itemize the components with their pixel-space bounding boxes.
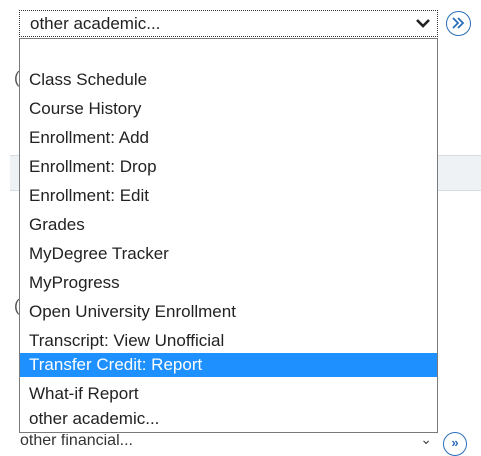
go-button-secondary[interactable]: » (443, 432, 467, 456)
option-transcript-view-unofficial[interactable]: Transcript: View Unofficial (20, 329, 437, 353)
option-enrollment-add[interactable]: Enrollment: Add (20, 126, 437, 150)
academic-options-listbox[interactable]: Class Schedule Course History Enrollment… (19, 38, 438, 433)
option-open-university-enrollment[interactable]: Open University Enrollment (20, 300, 437, 324)
background-select[interactable]: other financial... ⌄ (20, 434, 436, 449)
option-myprogress[interactable]: MyProgress (20, 271, 437, 295)
option-other-academic[interactable]: other academic... (20, 407, 437, 431)
academic-select[interactable]: other academic... (19, 10, 438, 37)
background-select-value: other financial... (20, 434, 133, 449)
option-mydegree-tracker[interactable]: MyDegree Tracker (20, 242, 437, 266)
option-course-history[interactable]: Course History (20, 97, 437, 121)
double-chevron-right-icon (452, 17, 465, 29)
option-enrollment-edit[interactable]: Enrollment: Edit (20, 184, 437, 208)
chevron-down-icon: ⌄ (420, 434, 432, 447)
option-grades[interactable]: Grades (20, 213, 437, 237)
chevron-down-icon (416, 19, 430, 28)
go-button[interactable] (446, 11, 471, 36)
select-value: other academic... (30, 14, 161, 33)
option-transfer-credit-report[interactable]: Transfer Credit: Report (20, 353, 437, 377)
option-class-schedule[interactable]: Class Schedule (20, 68, 437, 92)
option-blank[interactable] (20, 41, 437, 65)
option-enrollment-drop[interactable]: Enrollment: Drop (20, 155, 437, 179)
option-what-if-report[interactable]: What-if Report (20, 382, 437, 406)
